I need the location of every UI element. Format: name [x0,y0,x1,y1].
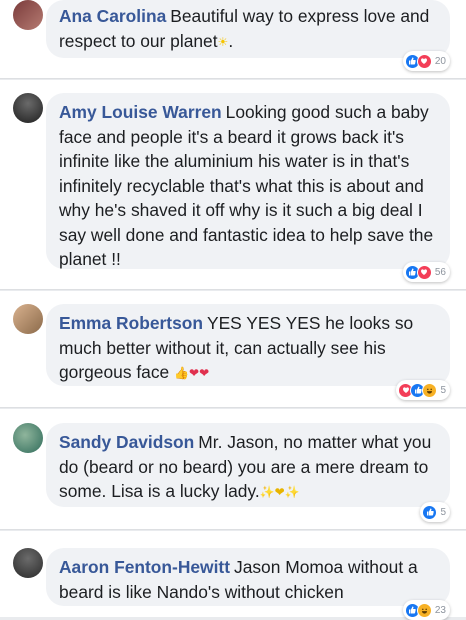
comment-author[interactable]: Emma Robertson [59,313,203,333]
comment-author[interactable]: Amy Louise Warren [59,102,222,122]
comment-bubble: Ana Carolina Beautiful way to express lov… [46,0,450,58]
comment: Aaron Fenton-Hewitt Jason Momoa without a… [0,531,466,620]
reaction-summary[interactable]: 20 [402,51,450,71]
haha-reaction-icon [416,602,432,618]
comment-bubble: Sandy Davidson Mr. Jason, no matter what … [46,423,450,507]
comment-bubble: Amy Louise Warren Looking good such a bab… [46,93,450,269]
reaction-count: 5 [440,384,446,396]
reaction-count: 23 [434,604,446,616]
avatar[interactable] [13,548,43,578]
reaction-count: 56 [434,266,446,278]
comment-text-end: . [228,30,234,51]
comment-author[interactable]: Ana Carolina [59,6,166,26]
love-reaction-icon [416,53,432,69]
thumbs-heart-emoji-icon: 👍❤❤ [174,366,210,380]
comment: Ana Carolina Beautiful way to express lov… [0,0,466,79]
comment: Amy Louise Warren Looking good such a bab… [0,80,466,290]
reaction-summary[interactable]: 5 [396,380,450,400]
sparkle-heart-emoji-icon: ✨❤✨ [259,485,300,499]
reaction-count: 5 [440,506,446,518]
reaction-count: 20 [434,55,446,67]
avatar[interactable] [13,0,43,30]
comment: Sandy Davidson Mr. Jason, no matter what … [0,409,466,530]
avatar[interactable] [13,423,43,453]
sun-emoji-icon: ☀ [217,34,229,49]
reaction-summary[interactable]: 5 [420,502,450,522]
avatar[interactable] [13,304,43,334]
reaction-summary[interactable]: 56 [402,262,450,282]
haha-reaction-icon [422,382,438,398]
reaction-summary[interactable]: 23 [402,600,450,620]
avatar[interactable] [13,93,43,123]
comment-bubble: Aaron Fenton-Hewitt Jason Momoa without a… [46,548,450,606]
love-reaction-icon [416,264,432,280]
comment-text: Looking good such a baby face and people… [59,102,434,269]
comment-bubble: Emma Robertson YES YES YES he looks so mu… [46,304,450,386]
like-reaction-icon [422,504,438,520]
comment-author[interactable]: Sandy Davidson [59,432,194,452]
comment: Emma Robertson YES YES YES he looks so mu… [0,291,466,408]
comment-author[interactable]: Aaron Fenton-Hewitt [59,557,230,577]
